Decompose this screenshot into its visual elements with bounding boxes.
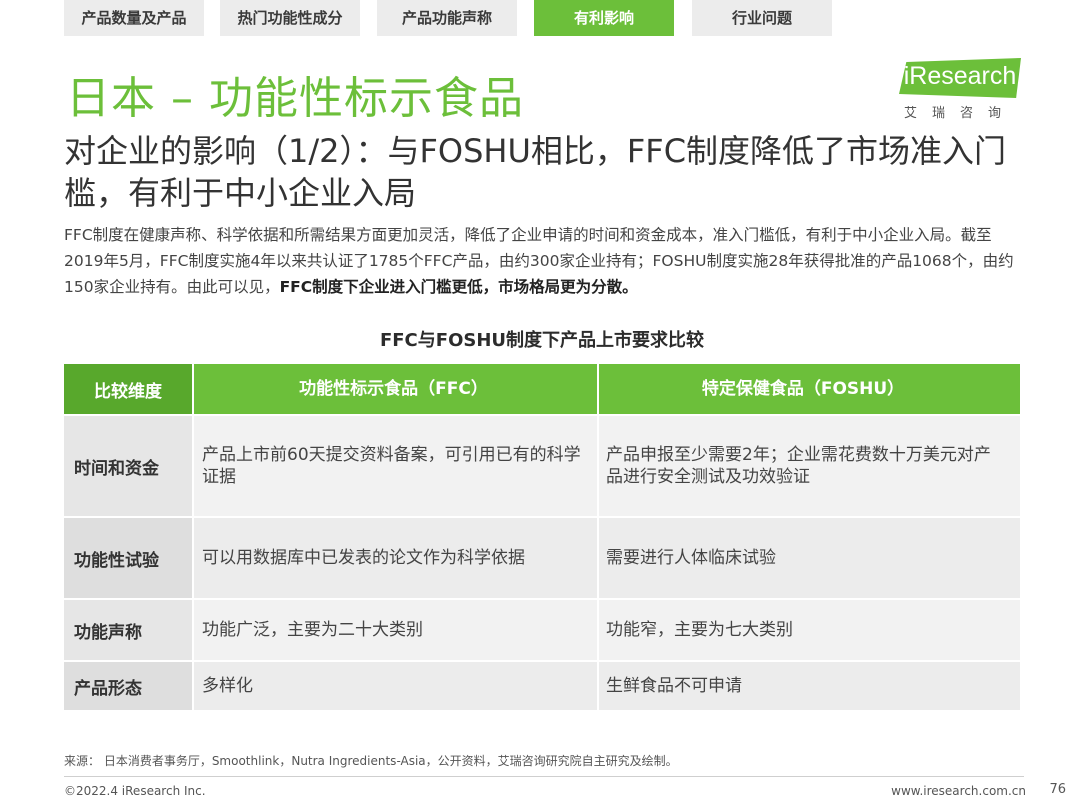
table-row: 功能性试验 可以用数据库中已发表的论文作为科学依据 需要进行人体临床试验: [64, 518, 1020, 598]
tab-industry-issues[interactable]: 行业问题: [692, 0, 832, 36]
row-foshu-value: 需要进行人体临床试验: [599, 518, 1020, 598]
tab-hot-ingredients[interactable]: 热门功能性成分: [220, 0, 360, 36]
tab-product-count[interactable]: 产品数量及产品: [64, 0, 204, 36]
row-dimension: 产品形态: [64, 662, 192, 710]
tab-function-claims[interactable]: 产品功能声称: [377, 0, 517, 36]
table-title: FFC与FOSHU制度下产品上市要求比较: [379, 330, 705, 351]
table-row: 时间和资金 产品上市前60天提交资料备案，可引用已有的科学证据 产品申报至少需要…: [64, 416, 1020, 516]
header-foshu: 特定保健食品（FOSHU）: [599, 364, 1020, 414]
row-ffc-value: 功能广泛，主要为二十大类别: [194, 600, 597, 660]
table-row: 功能声称 功能广泛，主要为二十大类别 功能窄，主要为七大类别: [64, 600, 1020, 660]
row-dimension: 功能性试验: [64, 518, 192, 598]
copyright: ©2022.4 iResearch Inc.: [64, 784, 206, 798]
row-foshu-value: 产品申报至少需要2年；企业需花费数十万美元对产品进行安全测试及功效验证: [599, 416, 1020, 516]
page-title: 日本 – 功能性标示食品: [66, 73, 524, 124]
footer-divider: [64, 776, 1024, 777]
header-ffc: 功能性标示食品（FFC）: [194, 364, 597, 414]
tab-positive-impact[interactable]: 有利影响: [534, 0, 674, 36]
page-subtitle: 对企业的影响（1/2）：与FOSHU相比，FFC制度降低了市场准入门槛，有利于中…: [64, 132, 1007, 212]
header-dimension: 比较维度: [64, 364, 192, 414]
logo-text: iResearch: [903, 62, 1017, 90]
row-ffc-value: 可以用数据库中已发表的论文作为科学依据: [194, 518, 597, 598]
iresearch-logo: iResearch 艾瑞咨询: [895, 58, 1025, 122]
intro-paragraph: FFC制度在健康声称、科学依据和所需结果方面更加灵活，降低了企业申请的时间和资金…: [64, 222, 1024, 300]
row-ffc-value: 多样化: [194, 662, 597, 710]
row-dimension: 功能声称: [64, 600, 192, 660]
row-dimension: 时间和资金: [64, 416, 192, 516]
logo-cn-text: 艾瑞咨询: [903, 106, 1016, 121]
website-link[interactable]: www.iresearch.com.cn: [891, 784, 1026, 798]
table-row: 产品形态 多样化 生鲜食品不可申请: [64, 662, 1020, 710]
intro-emphasis: FFC制度下企业进入门槛更低，市场格局更为分散。: [279, 278, 638, 296]
row-foshu-value: 生鲜食品不可申请: [599, 662, 1020, 710]
row-ffc-value: 产品上市前60天提交资料备案，可引用已有的科学证据: [194, 416, 597, 516]
source-note: 来源： 日本消费者事务厅，Smoothlink，Nutra Ingredient…: [64, 754, 678, 768]
row-foshu-value: 功能窄，主要为七大类别: [599, 600, 1020, 660]
table-header-row: 比较维度 功能性标示食品（FFC） 特定保健食品（FOSHU）: [64, 364, 1020, 414]
page-number: 76: [1049, 782, 1066, 797]
